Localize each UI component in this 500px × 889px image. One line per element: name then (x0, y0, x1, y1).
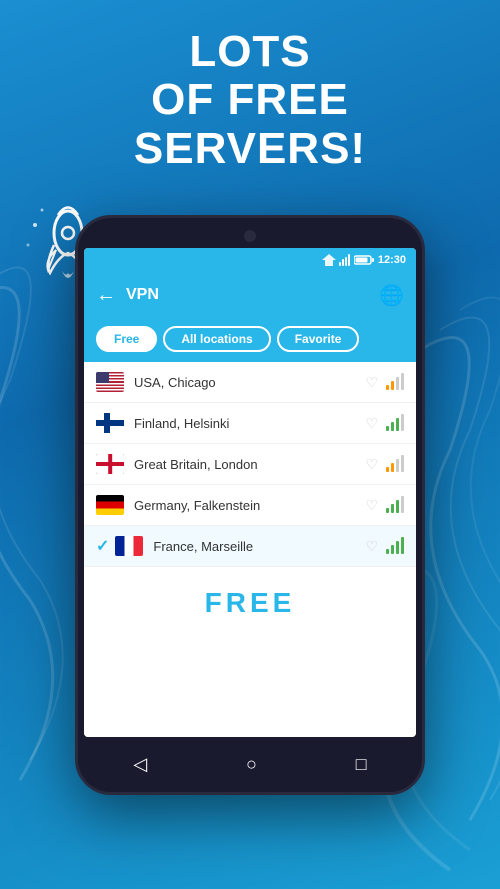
filter-tabs: Free All locations Favorite (84, 318, 416, 362)
server-name-germany: Germany, Falkenstein (134, 498, 365, 513)
server-name-france: France, Marseille (153, 539, 365, 554)
hero-text: Lots of free servers! (0, 28, 500, 173)
back-button[interactable]: ← (96, 284, 116, 307)
hero-line1: Lots (0, 28, 500, 76)
heart-icon-germany[interactable]: ♡ (365, 497, 378, 514)
tab-favorite[interactable]: Favorite (277, 326, 360, 352)
hero-line2: of free (0, 76, 500, 124)
signal-uk (386, 456, 404, 472)
hero-line3: servers! (0, 125, 500, 173)
heart-icon-usa[interactable]: ♡ (365, 374, 378, 391)
nav-title: VPN (126, 286, 379, 304)
nav-bar: ← VPN 🌐 (84, 272, 416, 318)
flag-germany (96, 495, 124, 515)
tab-all-locations[interactable]: All locations (163, 326, 270, 352)
server-item-germany[interactable]: Germany, Falkenstein ♡ (84, 485, 416, 526)
flag-usa (96, 372, 124, 392)
server-item-finland[interactable]: Finland, Helsinki ♡ (84, 403, 416, 444)
signal-finland (386, 415, 404, 431)
server-item-france[interactable]: ✓ France, Marseille ♡ (84, 526, 416, 567)
flag-uk (96, 454, 124, 474)
server-name-uk: Great Britain, London (134, 457, 365, 472)
tab-free[interactable]: Free (96, 326, 157, 352)
server-name-usa: USA, Chicago (134, 375, 365, 390)
heart-icon-france[interactable]: ♡ (365, 538, 378, 555)
signal-germany (386, 497, 404, 513)
server-name-finland: Finland, Helsinki (134, 416, 365, 431)
phone-mockup: 12:30 ← VPN 🌐 Free All locations Favorit… (75, 215, 425, 795)
phone-home-button[interactable]: ○ (246, 754, 257, 775)
server-item-usa[interactable]: USA, Chicago ♡ (84, 362, 416, 403)
status-time: 12:30 (378, 254, 406, 266)
flag-finland (96, 413, 124, 433)
server-list: USA, Chicago ♡ Finland, Helsinki ♡ (84, 362, 416, 737)
heart-icon-uk[interactable]: ♡ (365, 456, 378, 473)
heart-icon-finland[interactable]: ♡ (365, 415, 378, 432)
phone-camera (244, 230, 256, 242)
phone-screen: 12:30 ← VPN 🌐 Free All locations Favorit… (84, 248, 416, 737)
flag-france (115, 536, 143, 556)
signal-france (386, 538, 404, 554)
phone-bottom-nav: ◁ ○ □ (84, 737, 416, 792)
flag-uk-red-vcross (108, 454, 112, 474)
status-bar: 12:30 (84, 248, 416, 272)
free-label: FREE (84, 567, 416, 639)
server-item-uk[interactable]: Great Britain, London ♡ (84, 444, 416, 485)
selected-check-icon: ✓ (96, 536, 109, 556)
phone-menu-button[interactable]: □ (356, 754, 367, 775)
status-icons (322, 254, 374, 266)
phone-back-button[interactable]: ◁ (133, 754, 147, 775)
signal-usa (386, 374, 404, 390)
globe-icon[interactable]: 🌐 (379, 283, 404, 308)
